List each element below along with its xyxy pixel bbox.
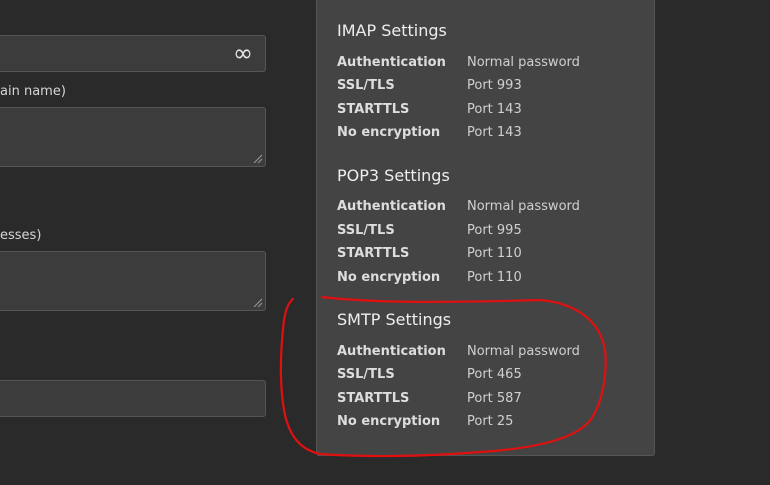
- row-value: Normal password: [467, 199, 580, 214]
- row-value: Port 25: [467, 414, 514, 429]
- row-value: Port 587: [467, 391, 522, 406]
- row-value: Port 143: [467, 125, 522, 140]
- resize-handle-icon[interactable]: [251, 152, 263, 164]
- pop3-row-starttls: STARTTLS Port 110: [337, 246, 637, 264]
- row-value: Normal password: [467, 55, 580, 70]
- imap-row-no-encryption: No encryption Port 143: [337, 125, 637, 143]
- smtp-settings-title: SMTP Settings: [337, 310, 452, 329]
- row-value: Port 993: [467, 78, 522, 93]
- row-value: Normal password: [467, 344, 580, 359]
- row-value: Port 110: [467, 246, 522, 261]
- imap-row-authentication: Authentication Normal password: [337, 55, 637, 73]
- resize-handle-icon[interactable]: [251, 296, 263, 308]
- row-label: No encryption: [337, 414, 441, 429]
- smtp-row-ssl: SSL/TLS Port 465: [337, 367, 637, 385]
- row-label: Authentication: [337, 199, 446, 214]
- row-value: Port 995: [467, 223, 522, 238]
- row-label: SSL/TLS: [337, 78, 395, 93]
- addresses-textarea[interactable]: [0, 251, 266, 311]
- row-label: SSL/TLS: [337, 367, 395, 382]
- imap-row-starttls: STARTTLS Port 143: [337, 102, 637, 120]
- quota-input[interactable]: ∞: [0, 35, 266, 72]
- row-label: STARTTLS: [337, 102, 410, 117]
- imap-row-ssl: SSL/TLS Port 993: [337, 78, 637, 96]
- infinity-icon[interactable]: ∞: [233, 39, 253, 67]
- row-label: STARTTLS: [337, 246, 410, 261]
- row-label: Authentication: [337, 55, 446, 70]
- text-input[interactable]: [0, 380, 266, 417]
- imap-settings-title: IMAP Settings: [337, 21, 447, 40]
- row-label: Authentication: [337, 344, 446, 359]
- pop3-row-ssl: SSL/TLS Port 995: [337, 223, 637, 241]
- row-label: No encryption: [337, 125, 441, 140]
- field-hint-domain: ain name): [0, 84, 66, 99]
- row-value: Port 465: [467, 367, 522, 382]
- mail-settings-panel: IMAP Settings Authentication Normal pass…: [316, 0, 655, 456]
- pop3-row-no-encryption: No encryption Port 110: [337, 270, 637, 288]
- smtp-row-authentication: Authentication Normal password: [337, 344, 637, 362]
- row-label: No encryption: [337, 270, 441, 285]
- row-label: STARTTLS: [337, 391, 410, 406]
- smtp-row-starttls: STARTTLS Port 587: [337, 391, 637, 409]
- pop3-row-authentication: Authentication Normal password: [337, 199, 637, 217]
- row-value: Port 110: [467, 270, 522, 285]
- row-value: Port 143: [467, 102, 522, 117]
- pop3-settings-title: POP3 Settings: [337, 166, 450, 185]
- smtp-row-no-encryption: No encryption Port 25: [337, 414, 637, 432]
- row-label: SSL/TLS: [337, 223, 395, 238]
- domain-textarea[interactable]: [0, 107, 266, 167]
- field-hint-addresses: esses): [0, 228, 42, 243]
